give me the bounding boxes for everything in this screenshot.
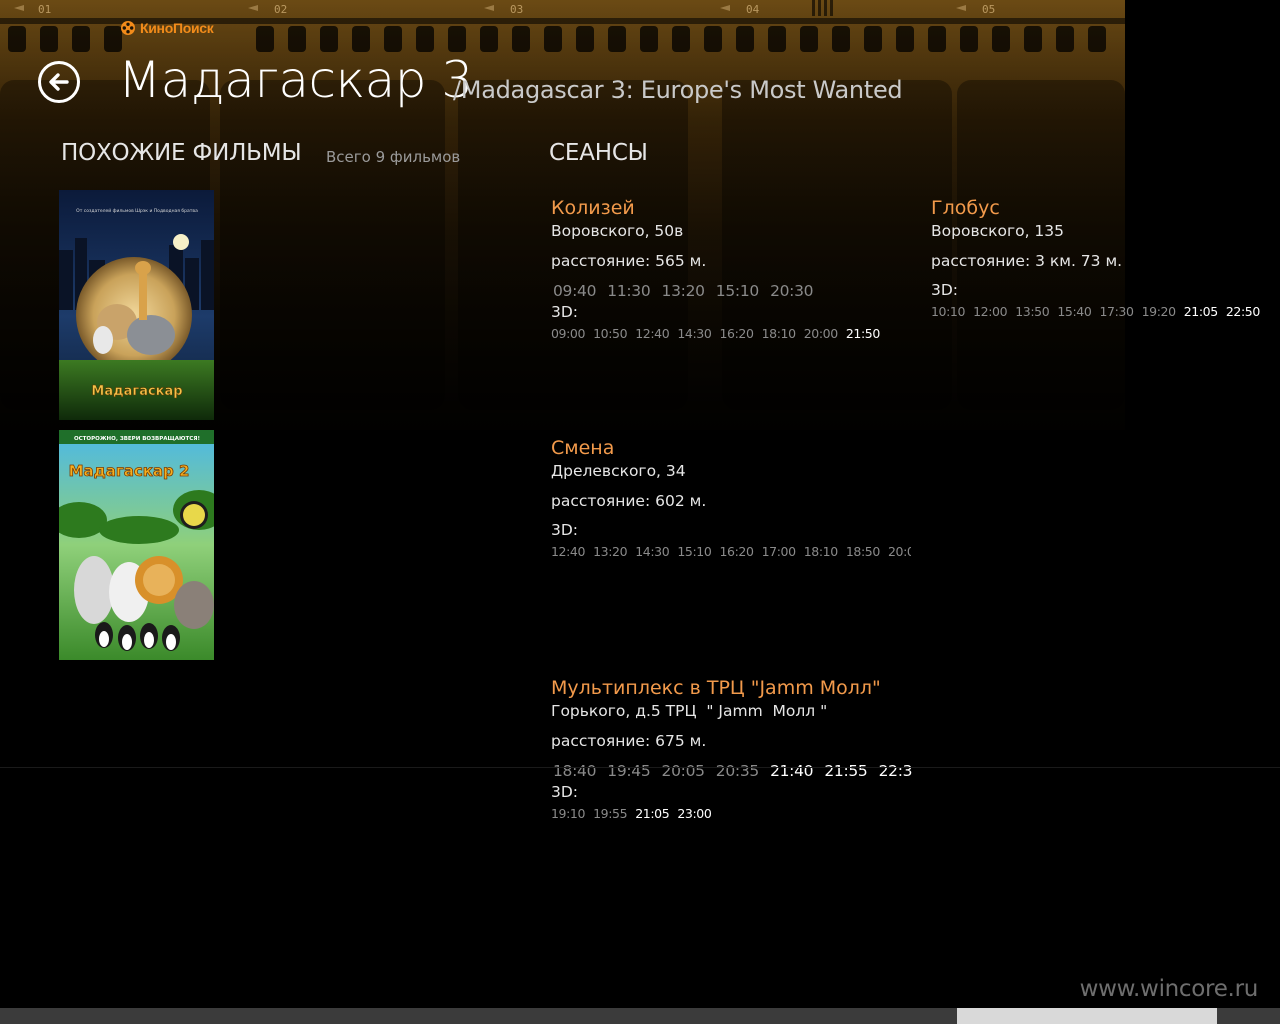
cinema-address: Дрелевского, 34 [551,462,686,480]
logo-text: КиноПоиск [140,20,214,36]
showtime-3d[interactable]: 16:20 [720,326,754,341]
arrow-left-icon [49,73,69,91]
horizontal-scrollbar-thumb[interactable] [957,1008,1217,1024]
showtime-3d[interactable]: 22:50 [1226,304,1260,319]
label-3d: 3D: [931,281,959,299]
poster-tagline-text: От создателей фильмов Шрэк и Подводная б… [76,207,198,214]
showtime-3d[interactable]: 18:50 [846,544,880,559]
cinema-address: Воровского, 50в [551,222,684,240]
showtime-3d[interactable]: 21:05 [1184,304,1218,319]
cinema-address: Воровского, 135 [931,222,1065,240]
showtime[interactable]: 20:30 [770,282,813,300]
showtime-3d[interactable]: 15:40 [1057,304,1091,319]
poster-artwork-madagascar-2: ОСТОРОЖНО, ЗВЕРИ ВОЗВРАЩАЮТСЯ! Мадагаска… [59,430,214,660]
showtime-3d[interactable]: 19:55 [593,806,627,821]
page-title: Мадагаскар 3 [118,51,473,109]
showtime-3d[interactable]: 12:40 [551,544,585,559]
cinema-name[interactable]: Колизей [551,196,921,220]
cinema-card-kolizey: Колизей Воровского, 50в расстояние: 565 … [551,196,921,344]
showtime[interactable]: 09:40 [553,282,596,300]
showtimes-2d: 18:40 19:45 20:05 20:35 21:40 21:55 22:3… [551,760,913,782]
cinema-distance: расстояние: 602 м. [551,492,707,510]
showtime[interactable]: 20:35 [716,762,759,780]
showtime[interactable]: 21:55 [824,762,867,780]
showtime-3d[interactable]: 13:50 [1015,304,1049,319]
showtime-3d[interactable]: 10:50 [593,326,627,341]
showtime-3d[interactable]: 16:20 [720,544,754,559]
cinema-address: Горького, д.5 ТРЦ " Jamm Молл " [551,702,828,720]
showtime[interactable]: 20:05 [662,762,705,780]
showtime-3d[interactable]: 15:10 [677,544,711,559]
showtime[interactable]: 18:40 [553,762,596,780]
showtime-3d[interactable]: 10:10 [931,304,965,319]
film-reel-icon [121,21,135,35]
showtime-3d[interactable]: 17:00 [762,544,796,559]
showtime[interactable]: 22:30 [879,762,913,780]
showtime-3d[interactable]: 21:50 [846,326,880,341]
showtime-3d[interactable]: 12:00 [973,304,1007,319]
showtime-3d[interactable]: 18:10 [762,326,796,341]
similar-film-poster-madagascar[interactable]: Мадагаскар От создателей фильмов Шрэк и … [59,190,214,420]
showtime-3d[interactable]: 20:00 [888,544,911,559]
film-frame-number: 05 [982,3,996,16]
cinema-name[interactable]: Мультиплекс в ТРЦ "Jamm Молл" [551,676,921,700]
showtime[interactable]: 13:20 [662,282,705,300]
poster-title-text: Мадагаскар [91,384,182,399]
watermark: www.wincore.ru [1079,976,1259,1002]
film-frame-number: 04 [746,3,760,16]
showtimes-3d: 19:10 19:55 21:05 23:00 [551,802,911,824]
showtime-3d[interactable]: 20:00 [804,326,838,341]
showtime-3d[interactable]: 09:00 [551,326,585,341]
showtimes-3d: 12:40 13:20 14:30 15:10 16:20 17:00 18:1… [551,540,911,562]
film-frame-number: 02 [274,3,288,16]
cinema-card-multiplex-jamm: Мультиплекс в ТРЦ "Jamm Молл" Горького, … [551,676,921,824]
showtime-3d[interactable]: 18:10 [804,544,838,559]
poster-tagline-text: ОСТОРОЖНО, ЗВЕРИ ВОЗВРАЩАЮТСЯ! [74,436,200,442]
cinema-distance: расстояние: 565 м. [551,252,707,270]
cinema-card-smena: Смена Дрелевского, 34 расстояние: 602 м.… [551,436,921,562]
similar-film-poster-madagascar-2[interactable]: ОСТОРОЖНО, ЗВЕРИ ВОЗВРАЩАЮТСЯ! Мадагаска… [59,430,214,660]
back-button[interactable] [38,61,80,103]
cinema-card-globus: Глобус Воровского, 135 расстояние: 3 км.… [931,196,1261,322]
showtime[interactable]: 19:45 [607,762,650,780]
sessions-heading[interactable]: СЕАНСЫ [549,140,648,166]
similar-films-count: Всего 9 фильмов [326,148,461,166]
showtime-3d[interactable]: 21:05 [635,806,669,821]
showtime[interactable]: 11:30 [607,282,650,300]
showtime-3d[interactable]: 14:30 [677,326,711,341]
showtimes-2d: 09:40 11:30 13:20 15:10 20:30 [551,280,913,302]
similar-films-heading[interactable]: ПОХОЖИЕ ФИЛЬМЫ [61,140,302,166]
label-3d: 3D: [551,521,579,539]
showtime-3d[interactable]: 12:40 [635,326,669,341]
showtimes-3d: 10:10 12:00 13:50 15:40 17:30 19:20 21:0… [931,300,1261,322]
showtime-3d[interactable]: 13:20 [593,544,627,559]
showtime[interactable]: 21:40 [770,762,813,780]
showtime-3d[interactable]: 17:30 [1100,304,1134,319]
label-3d: 3D: [551,303,579,321]
showtime-3d[interactable]: 19:20 [1142,304,1176,319]
original-title: /Madagascar 3: Europe's Most Wanted [453,76,903,104]
cinema-name[interactable]: Глобус [931,196,1261,220]
cinema-distance: расстояние: 675 м. [551,732,707,750]
app-logo: КиноПоиск [120,20,214,36]
label-3d: 3D: [551,783,579,801]
poster-title-text: Мадагаскар 2 [69,462,190,480]
poster-artwork-madagascar: Мадагаскар От создателей фильмов Шрэк и … [59,190,214,420]
showtime[interactable]: 15:10 [716,282,759,300]
showtimes-3d: 09:00 10:50 12:40 14:30 16:20 18:10 20:0… [551,322,911,344]
showtime-3d[interactable]: 23:00 [677,806,711,821]
divider-line [0,767,1280,768]
film-frame-number: 03 [510,3,524,16]
showtime-3d[interactable]: 19:10 [551,806,585,821]
cinema-name[interactable]: Смена [551,436,921,460]
cinema-distance: расстояние: 3 км. 73 м. [931,252,1123,270]
film-frame-number: 01 [38,3,52,16]
showtime-3d[interactable]: 14:30 [635,544,669,559]
